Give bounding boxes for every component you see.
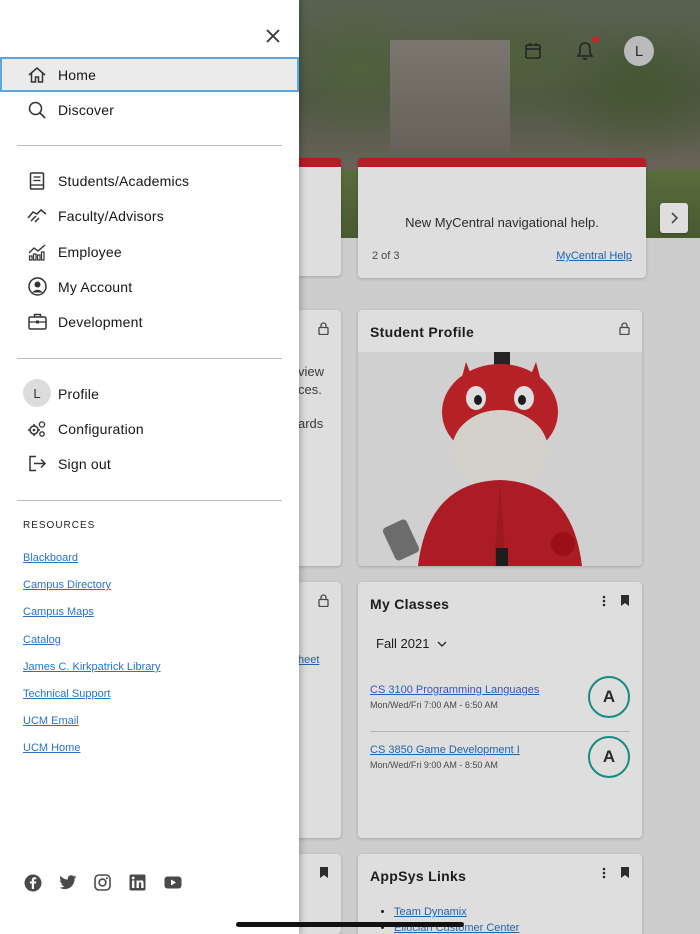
nav-label: My Account [58,278,133,295]
navigation-drawer: Home Discover Students/Academics Faculty… [0,0,299,934]
divider [17,500,282,501]
youtube-icon[interactable] [163,873,182,892]
nav-label: Discover [58,101,115,118]
nav-label: Configuration [58,420,144,437]
sign-out-icon [26,453,48,475]
book-icon [26,170,48,192]
resource-link-catalog[interactable]: Catalog [23,634,61,646]
nav-item-my-account[interactable]: My Account [0,269,299,304]
nav-item-faculty-advisors[interactable]: Faculty/Advisors [0,198,299,233]
nav-item-development[interactable]: Development [0,304,299,339]
resource-link-campus-maps[interactable]: Campus Maps [23,606,94,618]
close-icon [266,29,280,43]
home-indicator[interactable] [236,922,464,927]
linkedin-icon[interactable] [128,873,147,892]
resource-link-blackboard[interactable]: Blackboard [23,552,78,564]
resource-link-library[interactable]: James C. Kirkpatrick Library [23,661,161,673]
nav-item-students-academics[interactable]: Students/Academics [0,163,299,198]
home-icon [26,64,48,86]
gears-icon [26,418,48,440]
nav-label: Sign out [58,455,111,472]
nav-item-employee[interactable]: Employee [0,234,299,269]
nav-label: Profile [58,385,100,402]
nav-label: Faculty/Advisors [58,207,164,224]
account-circle-icon [26,276,48,298]
nav-label: Students/Academics [58,172,190,189]
resources-heading: RESOURCES [23,520,96,531]
chart-icon [26,241,48,263]
social-links [23,873,182,892]
facebook-icon[interactable] [23,873,42,892]
twitter-icon[interactable] [58,873,77,892]
search-icon [26,99,48,121]
avatar: L [23,379,51,407]
resource-link-ucm-email[interactable]: UCM Email [23,715,79,727]
nav-item-sign-out[interactable]: Sign out [0,446,299,481]
resource-link-technical-support[interactable]: Technical Support [23,688,110,700]
resource-link-campus-directory[interactable]: Campus Directory [23,579,111,591]
nav-label: Development [58,313,143,330]
nav-item-profile[interactable]: L Profile [0,376,299,411]
nav-label: Home [58,66,97,83]
instagram-icon[interactable] [93,873,112,892]
nav-item-configuration[interactable]: Configuration [0,411,299,446]
divider [17,145,282,146]
close-drawer-button[interactable] [262,25,284,47]
divider [17,358,282,359]
briefcase-icon [26,311,48,333]
nav-label: Employee [58,243,122,260]
handshake-icon [26,205,48,227]
nav-item-discover[interactable]: Discover [0,92,299,127]
resource-link-ucm-home[interactable]: UCM Home [23,742,80,754]
nav-item-home[interactable]: Home [0,57,299,92]
